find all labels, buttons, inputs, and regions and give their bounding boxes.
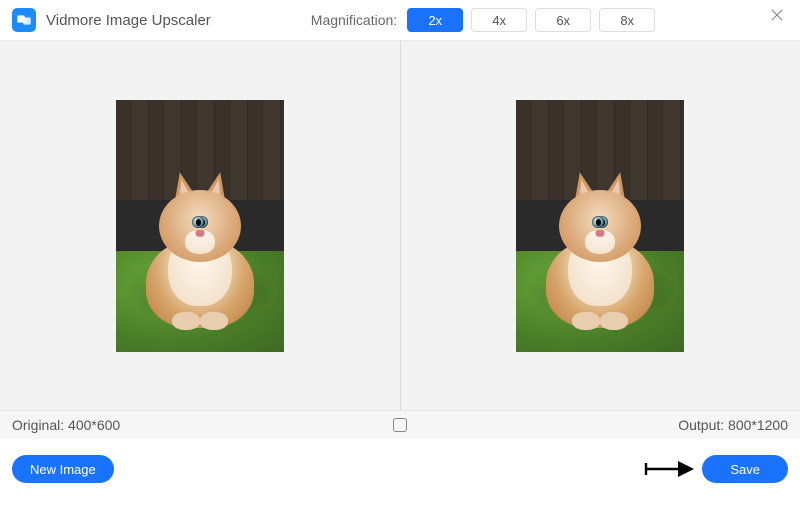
- comparison-canvas: [0, 40, 800, 410]
- save-button[interactable]: Save: [702, 455, 788, 483]
- output-size-value: 800*1200: [728, 417, 788, 433]
- status-bar: Original: 400*600 Output: 800*1200: [0, 410, 800, 439]
- output-image[interactable]: [516, 100, 684, 352]
- original-pane: [0, 41, 400, 410]
- magnification-group: Magnification: 2x 4x 6x 8x: [311, 8, 655, 32]
- close-icon[interactable]: [764, 2, 790, 28]
- app-logo-icon: [12, 8, 36, 32]
- original-size-value: 400*600: [68, 417, 120, 433]
- arrow-right-icon: [642, 457, 694, 481]
- original-size: Original: 400*600: [12, 417, 120, 433]
- footer: New Image Save: [0, 439, 800, 483]
- output-size-label: Output:: [678, 417, 724, 433]
- output-pane: [401, 41, 800, 410]
- magnification-buttons: 2x 4x 6x 8x: [407, 8, 655, 32]
- magnification-4x[interactable]: 4x: [471, 8, 527, 32]
- header: Vidmore Image Upscaler Magnification: 2x…: [0, 0, 800, 40]
- original-image[interactable]: [116, 100, 284, 352]
- app-title: Vidmore Image Upscaler: [46, 12, 211, 29]
- magnification-2x[interactable]: 2x: [407, 8, 463, 32]
- new-image-button[interactable]: New Image: [12, 455, 114, 483]
- magnification-label: Magnification:: [311, 12, 397, 28]
- output-size: Output: 800*1200: [678, 417, 788, 433]
- magnification-6x[interactable]: 6x: [535, 8, 591, 32]
- magnification-8x[interactable]: 8x: [599, 8, 655, 32]
- original-size-label: Original:: [12, 417, 64, 433]
- compare-icon[interactable]: [393, 418, 407, 432]
